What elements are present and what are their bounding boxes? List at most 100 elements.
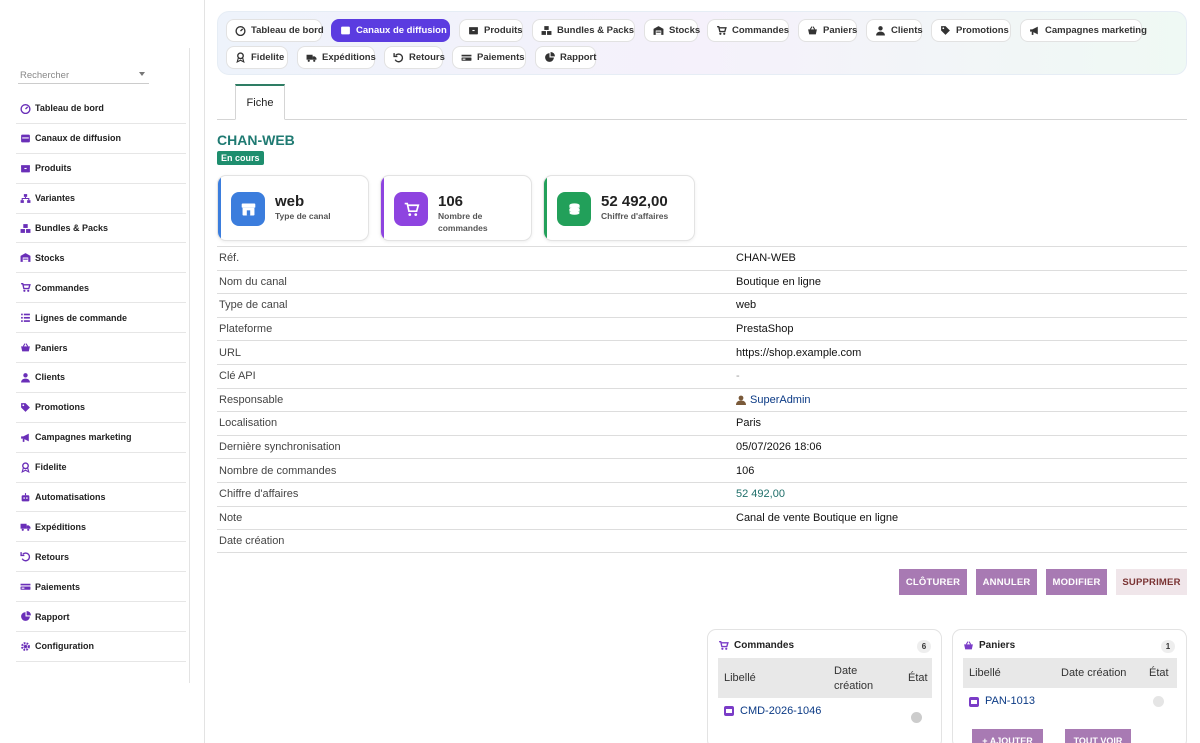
view-all-button[interactable]: TOUT VOIR <box>1065 729 1131 743</box>
field-value: 52 492,00 <box>736 488 1187 500</box>
cart-icon <box>394 192 428 226</box>
gauge-icon <box>20 103 31 114</box>
topnav-item-commandes[interactable]: Commandes <box>707 19 789 42</box>
detail-row: Nombre de commandes 106 <box>217 458 1187 482</box>
carts-table-row[interactable]: PAN-1013 <box>969 695 1035 707</box>
topnav-item-campagnes-marketing[interactable]: Campagnes marketing <box>1020 19 1147 42</box>
sidebar-item-commandes[interactable]: Commandes <box>16 273 186 304</box>
topnav-item-fidelite[interactable]: Fidelite <box>226 46 288 69</box>
edit-button[interactable]: MODIFIER <box>1046 569 1107 595</box>
sidebar-item-promotions[interactable]: Promotions <box>16 393 186 423</box>
topnav-item-tableau-de-bord[interactable]: Tableau de bord <box>226 19 324 42</box>
orders-table-row[interactable]: CMD-2026-1046 <box>724 704 824 718</box>
sidebar-item-tableau-de-bord[interactable]: Tableau de bord <box>16 94 186 124</box>
detail-row: Réf. CHAN-WEB <box>217 246 1187 270</box>
close-button[interactable]: CLÔTURER <box>899 569 967 595</box>
truck-icon <box>20 524 31 532</box>
basket-icon <box>21 343 30 352</box>
tab-bar: Fiche <box>217 84 1187 120</box>
sidebar-item-campagnes-marketing[interactable]: Campagnes marketing <box>16 423 186 453</box>
chevron-down-icon[interactable] <box>139 72 145 76</box>
topnav-item-promotions[interactable]: Promotions <box>931 19 1011 42</box>
sidebar-item-label: Fidelite <box>35 462 67 473</box>
field-key: Nombre de commandes <box>219 464 337 477</box>
sitemap-icon <box>20 193 31 203</box>
topnav-item-expeditions[interactable]: Expéditions <box>297 46 376 69</box>
carts-count-badge: 1 <box>1161 640 1175 653</box>
box-icon <box>21 164 30 173</box>
delete-button[interactable]: SUPPRIMER <box>1116 569 1187 595</box>
topnav-item-label: Bundles & Packs <box>557 25 635 36</box>
detail-row: Localisation Paris <box>217 411 1187 435</box>
topnav-item-label: Expéditions <box>322 52 376 63</box>
sidebar-item-retours[interactable]: Retours <box>16 542 186 573</box>
topnav-item-canaux-de-diffusion[interactable]: Canaux de diffusion <box>331 19 450 42</box>
cancel-button[interactable]: ANNULER <box>976 569 1037 595</box>
topnav-item-paniers[interactable]: Paniers <box>798 19 857 42</box>
field-value: CHAN-WEB <box>736 252 1187 264</box>
topnav-item-rapport[interactable]: Rapport <box>535 46 596 69</box>
bullhorn-icon <box>21 433 29 442</box>
money-icon <box>20 583 31 590</box>
cubes-icon <box>541 26 552 35</box>
page-title: CHAN-WEB <box>217 132 295 148</box>
sidebar-item-fidelite[interactable]: Fidelite <box>16 453 186 483</box>
tab-fiche[interactable]: Fiche <box>235 84 285 120</box>
sidebar-item-clients[interactable]: Clients <box>16 363 186 393</box>
card-accent-bar <box>381 176 384 240</box>
field-value-text: 52 492,00 <box>736 488 785 501</box>
undo-icon <box>20 552 31 562</box>
sidebar-item-lignes-de-commande[interactable]: Lignes de commande <box>16 303 186 334</box>
topnav-item-label: Tableau de bord <box>251 25 324 36</box>
sidebar-item-bundles-packs[interactable]: Bundles & Packs <box>16 214 186 244</box>
cart-label-link[interactable]: PAN-1013 <box>985 695 1035 707</box>
field-value[interactable]: SuperAdmin <box>736 394 1187 406</box>
field-value-text: Canal de vente Boutique en ligne <box>736 511 899 524</box>
topnav-item-label: Produits <box>484 25 523 36</box>
sidebar-item-paniers[interactable]: Paniers <box>16 333 186 364</box>
sidebar-menu: Tableau de bord Canaux de diffusion Produi… <box>16 94 186 662</box>
field-value: 106 <box>736 465 1187 477</box>
money-icon <box>461 54 472 61</box>
sidebar-item-produits[interactable]: Produits <box>16 154 186 184</box>
field-value-text: 05/07/2026 18:06 <box>736 441 822 454</box>
tags-icon <box>941 26 950 35</box>
user-avatar-icon <box>736 395 746 405</box>
detail-row: Nom du canal Boutique en ligne <box>217 269 1187 294</box>
add-cart-button[interactable]: + AJOUTER <box>972 729 1043 743</box>
left-panel: Rechercher Tableau de bord Canaux de diff… <box>0 0 205 743</box>
topnav-item-stocks[interactable]: Stocks <box>644 19 700 42</box>
topnav-item-produits[interactable]: Produits <box>459 19 523 42</box>
card-label: Chiffre d'affaires <box>601 211 669 221</box>
sidebar-item-expeditions[interactable]: Expéditions <box>16 512 186 543</box>
sidebar-item-variantes[interactable]: Variantes <box>16 184 186 214</box>
order-label-link[interactable]: CMD-2026-1046 <box>740 704 821 718</box>
search-select[interactable]: Rechercher <box>18 65 149 84</box>
field-value: Paris <box>736 417 1187 429</box>
field-value-text: 106 <box>736 464 755 477</box>
sidebar-item-stocks[interactable]: Stocks <box>16 243 186 274</box>
field-value-text[interactable]: SuperAdmin <box>750 394 811 406</box>
field-key: Date création <box>219 534 285 547</box>
sidebar-item-automatisations[interactable]: Automatisations <box>16 483 186 513</box>
sidebar-item-paiements[interactable]: Paiements <box>16 572 186 603</box>
field-key: URL <box>219 346 242 359</box>
sidebar-item-configuration[interactable]: Configuration <box>16 632 186 662</box>
topnav-item-label: Clients <box>891 25 923 36</box>
topnav-item-bundles-packs[interactable]: Bundles & Packs <box>532 19 635 42</box>
card-label: Nombre de commandes <box>438 211 488 233</box>
field-key: Note <box>219 511 243 524</box>
card-accent-bar <box>218 176 221 240</box>
list-icon <box>21 313 30 323</box>
status-badge: En cours <box>217 151 264 165</box>
sidebar-item-canaux-de-diffusion[interactable]: Canaux de diffusion <box>16 124 186 154</box>
orders-count-badge: 6 <box>917 640 931 653</box>
topnav-item-retours[interactable]: Retours <box>384 46 445 69</box>
orders-panel: Commandes 6 Libellé Date création État C… <box>707 629 942 743</box>
truck-icon <box>306 54 317 62</box>
field-value: web <box>736 299 1187 311</box>
sidebar-item-rapport[interactable]: Rapport <box>16 602 186 633</box>
stat-card-type: web Type de canal <box>217 175 369 241</box>
topnav-item-clients[interactable]: Clients <box>866 19 923 42</box>
topnav-item-paiements[interactable]: Paiements <box>452 46 526 69</box>
